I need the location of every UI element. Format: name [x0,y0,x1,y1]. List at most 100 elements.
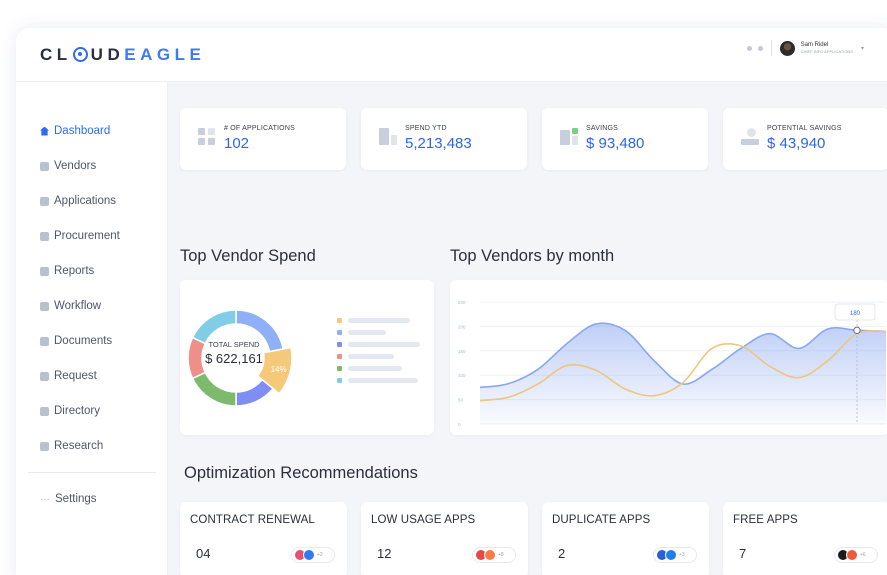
top-vendor-spend-title: Top Vendor Spend [180,247,316,265]
legend-swatch [337,366,342,371]
user-name: Sam Ridel [800,42,829,48]
more-apps-count: +6 [860,552,866,558]
directory-icon [40,406,49,416]
stat-label: POTENTIAL SAVINGS [767,125,842,132]
donut-segment[interactable] [235,378,275,407]
user-info: Sam Ridel CHIEF INFO APPLICATIONS [801,42,853,54]
stat-card-potential-savings[interactable]: POTENTIAL SAVINGS $ 43,940 [723,108,887,170]
more-apps-count: +3 [679,552,685,558]
sidebar-item-reports[interactable]: Reports [40,265,94,277]
request-icon [40,371,49,381]
legend-swatch [337,378,342,383]
hubspot-icon [484,549,496,561]
top-vendor-spend-card[interactable]: 14% TOTAL SPEND $ 622,161 [180,280,434,435]
stat-card-spend-ytd[interactable]: SPEND YTD 5,213,483 [361,108,527,170]
sidebar-item-documents[interactable]: Documents [40,335,112,347]
sidebar-item-label: Workflow [54,300,102,312]
legend-item [337,354,394,359]
recommendation-card-low-usage[interactable]: LOW USAGE APPS 12 +8 [361,502,528,575]
stat-card-savings[interactable]: SAVINGS $ 93,480 [542,108,708,170]
search-icon[interactable] [746,45,752,51]
report-icon [40,266,49,276]
legend-placeholder-bar [348,354,394,359]
research-icon [40,441,49,451]
stat-value: $ 43,940 [767,135,826,152]
recommendation-count: 2 [558,546,566,561]
vendors-icon [40,161,49,171]
recommendation-card-contract-renewal[interactable]: CONTRACT RENEWAL 04 +2 [180,502,347,575]
sidebar-item-vendors[interactable]: Vendors [40,160,96,172]
recommendation-count: 04 [196,546,211,561]
recommendation-card-duplicate[interactable]: DUPLICATE APPS 2 +3 [542,502,709,575]
sidebar-item-applications[interactable]: Applications [40,195,116,207]
grid-icon [40,196,49,206]
donut-segment[interactable] [191,371,237,407]
legend-placeholder-bar [348,330,386,335]
home-icon [40,126,49,136]
optimization-title: Optimization Recommendations [184,464,418,482]
legend-item [337,318,410,323]
y-tick-label: 100 [458,373,466,378]
hover-point[interactable] [853,326,861,335]
dropbox-icon [665,549,677,561]
donut-center-label: TOTAL SPEND [208,340,260,349]
avatar[interactable] [779,40,795,56]
legend-placeholder-bar [348,378,418,383]
app-avatar-group[interactable]: +8 [472,547,516,563]
recommendation-count: 7 [739,546,747,561]
y-tick-label: 150 [458,349,466,354]
more-icon: ··· [40,493,50,505]
recommendation-title: FREE APPS [733,514,798,526]
recommendation-card-free-apps[interactable]: FREE APPS 7 +6 [723,502,887,575]
y-tick-label: 200 [458,324,466,329]
sidebar-item-request[interactable]: Request [40,370,97,382]
sidebar-divider [28,472,156,473]
top-vendors-month-card[interactable]: 250 200 150 100 50 0 180 [450,280,887,435]
logo-text-prefix: CL [40,45,72,64]
cloudeagle-logo[interactable]: CL UDEAGLE [40,45,205,65]
legend-swatch [337,354,342,359]
legend-item [337,342,420,347]
donut-segment[interactable] [191,309,237,345]
app-avatar-group[interactable]: +3 [653,547,697,563]
user-menu[interactable]: Sam Ridel CHIEF INFO APPLICATIONS ▾ [746,40,864,56]
legend-placeholder-bar [348,366,402,371]
sidebar-item-workflow[interactable]: Workflow [40,300,101,312]
sidebar-item-dashboard[interactable]: Dashboard [40,125,110,137]
stat-label: SPEND YTD [405,125,447,132]
logo-text-middle: UD [90,45,125,64]
sidebar-item-research[interactable]: Research [40,440,103,452]
donut-center-value: $ 622,161 [205,351,263,366]
apps-icon [198,128,216,146]
sidebar-item-label: Reports [54,265,95,277]
sidebar-item-label: Directory [54,405,101,417]
stat-label: # OF APPLICATIONS [224,125,295,132]
procurement-icon [40,231,49,241]
sidebar-item-label: Dashboard [54,125,111,137]
workflow-icon [40,301,49,311]
notification-icon[interactable] [757,45,763,51]
sidebar-item-settings[interactable]: ··· Settings [40,493,97,505]
sidebar-item-label: Procurement [54,230,120,242]
zoom-icon [303,549,315,561]
divider [770,40,772,56]
series-area [480,323,886,424]
vendors-by-month-chart[interactable]: 250 200 150 100 50 0 180 [450,280,887,435]
app-avatar-group[interactable]: +2 [291,547,335,563]
stat-value: $ 93,480 [586,135,645,152]
app-avatar-group[interactable]: +6 [834,547,878,563]
spend-icon [379,128,397,146]
legend-item [337,330,386,335]
legend-placeholder-bar [348,342,420,347]
recommendation-title: LOW USAGE APPS [371,514,476,526]
chevron-down-icon[interactable]: ▾ [861,45,864,52]
sidebar-item-directory[interactable]: Directory [40,405,100,417]
y-tick-label: 50 [458,398,464,403]
logo-text-suffix: EAGLE [124,45,206,64]
sidebar-item-label: Documents [54,335,113,347]
potential-savings-icon [741,128,759,146]
folder-icon [40,336,49,346]
sidebar-item-procurement[interactable]: Procurement [40,230,120,242]
recommendation-title: CONTRACT RENEWAL [190,514,315,526]
stat-card-applications[interactable]: # OF APPLICATIONS 102 [180,108,346,170]
